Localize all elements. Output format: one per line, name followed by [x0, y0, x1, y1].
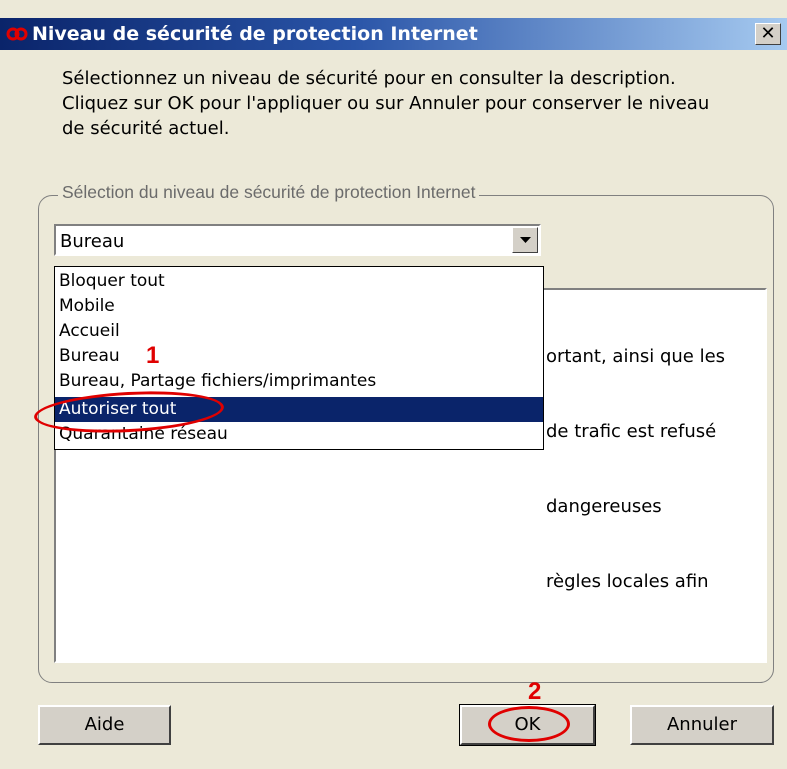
option-bloquer-tout[interactable]: Bloquer tout — [55, 269, 543, 294]
annotation-ellipse-ok — [488, 706, 570, 742]
security-level-select[interactable]: Bureau — [54, 224, 541, 256]
groupbox-legend: Sélection du niveau de sécurité de prote… — [58, 182, 480, 203]
option-accueil[interactable]: Accueil — [55, 319, 543, 344]
help-button[interactable]: Aide — [38, 705, 171, 745]
infinity-logo-icon — [6, 24, 28, 44]
chevron-down-icon — [520, 237, 531, 243]
instructions-line: Cliquez sur OK pour l'appliquer ou sur A… — [62, 93, 710, 114]
description-line: de trafic est refusé — [546, 421, 717, 442]
option-bureau[interactable]: Bureau — [55, 344, 543, 369]
option-bureau-partage[interactable]: Bureau, Partage fichiers/imprimantes — [55, 369, 543, 394]
close-icon: ✕ — [760, 23, 776, 44]
title-bar[interactable]: Niveau de sécurité de protection Interne… — [0, 18, 787, 50]
dropdown-arrow-button[interactable] — [512, 227, 538, 253]
cancel-button[interactable]: Annuler — [630, 705, 774, 745]
description-line: ortant, ainsi que les — [546, 346, 726, 367]
description-line: dangereuses — [546, 496, 662, 517]
level-description-text: ortant, ainsi que les de trafic est refu… — [546, 294, 725, 644]
description-line: règles locales afin — [546, 571, 709, 592]
security-level-dialog: Niveau de sécurité de protection Interne… — [0, 0, 787, 769]
annotation-step-1: 1 — [146, 342, 160, 369]
instructions-text: Sélectionnez un niveau de sécurité pour … — [62, 66, 762, 141]
option-mobile[interactable]: Mobile — [55, 294, 543, 319]
select-current-value: Bureau — [60, 231, 125, 252]
instructions-line: de sécurité actuel. — [62, 118, 230, 139]
window-title: Niveau de sécurité de protection Interne… — [32, 23, 478, 45]
annotation-step-2: 2 — [528, 678, 542, 705]
close-button[interactable]: ✕ — [755, 23, 781, 45]
instructions-line: Sélectionnez un niveau de sécurité pour … — [62, 68, 676, 89]
